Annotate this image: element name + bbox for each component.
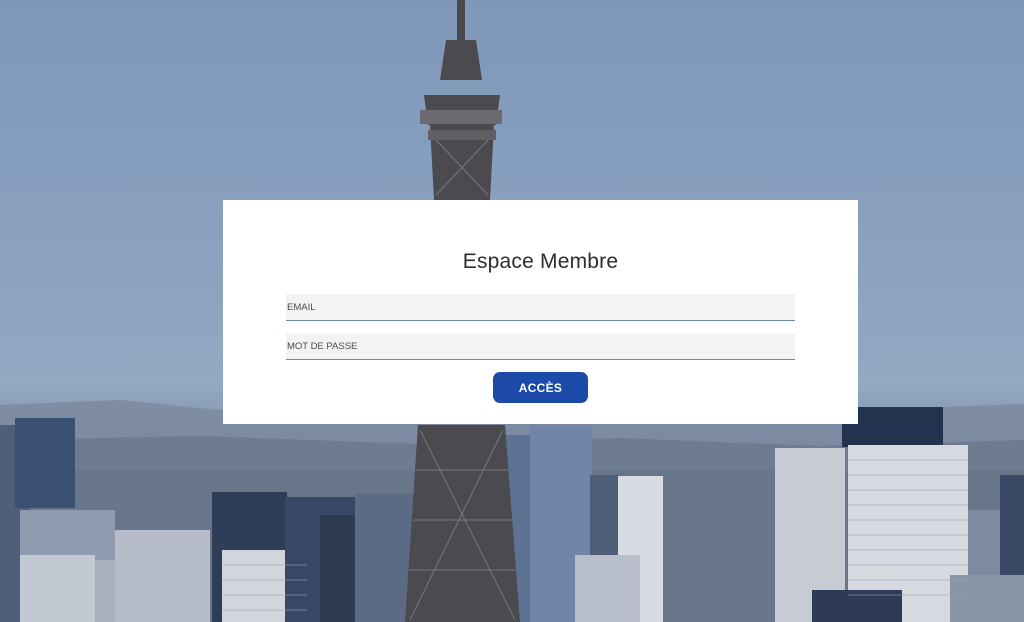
login-title: Espace Membre <box>462 250 619 273</box>
acces-button[interactable]: ACCÈS <box>493 372 588 403</box>
email-input[interactable] <box>286 294 795 321</box>
password-input[interactable] <box>286 333 795 360</box>
login-card: Espace Membre ACCÈS <box>223 200 858 424</box>
